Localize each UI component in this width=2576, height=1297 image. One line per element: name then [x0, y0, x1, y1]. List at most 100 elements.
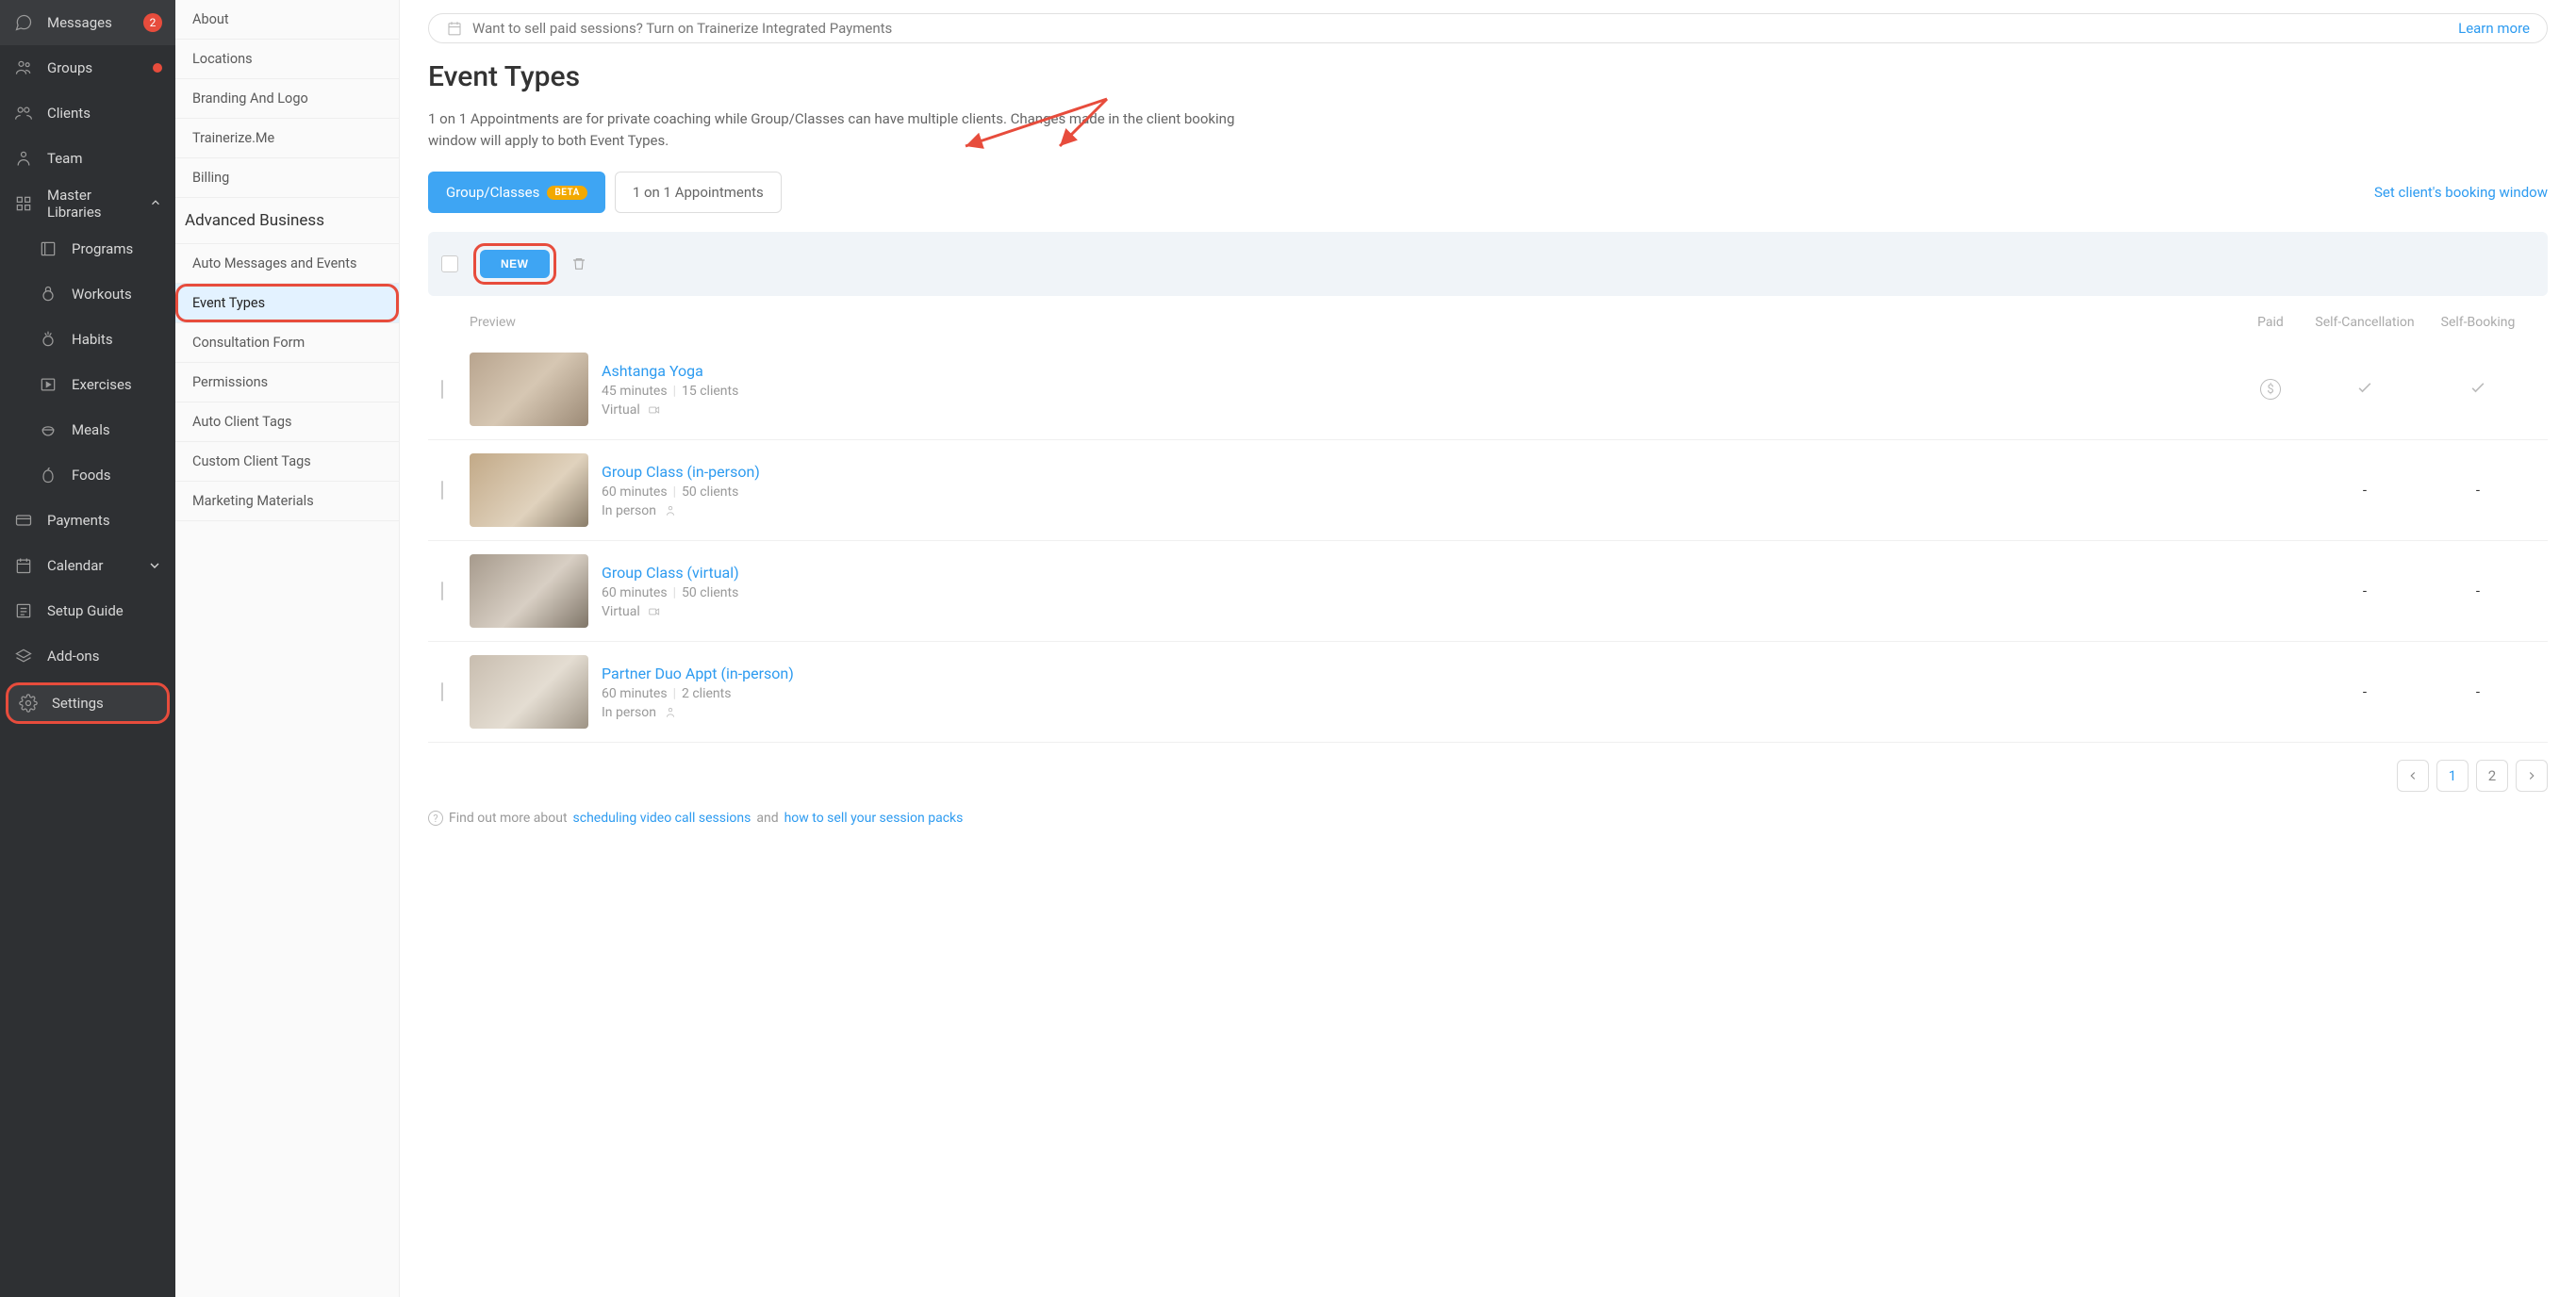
person-icon: [664, 504, 677, 517]
settings-item-marketing[interactable]: Marketing Materials: [175, 482, 399, 521]
row-checkbox[interactable]: [441, 380, 443, 399]
main-content: Want to sell paid sessions? Turn on Trai…: [400, 0, 2576, 1297]
sidebar-item-label: Programs: [72, 240, 133, 257]
settings-item-auto-tags[interactable]: Auto Client Tags: [175, 402, 399, 442]
booking-window-link[interactable]: Set client's booking window: [2374, 184, 2548, 201]
event-meta: 60 minutes|50 clients: [602, 585, 2233, 600]
sidebar-item-exercises[interactable]: Exercises: [0, 362, 175, 407]
settings-item-trainerizeme[interactable]: Trainerize.Me: [175, 119, 399, 158]
event-title-link[interactable]: Group Class (virtual): [602, 564, 2233, 582]
page-1[interactable]: 1: [2436, 760, 2469, 792]
table-header: Preview Paid Self-Cancellation Self-Book…: [428, 305, 2548, 339]
event-title-link[interactable]: Partner Duo Appt (in-person): [602, 665, 2233, 682]
sidebar-item-workouts[interactable]: Workouts: [0, 271, 175, 317]
event-title-link[interactable]: Group Class (in-person): [602, 463, 2233, 481]
sidebar-item-label: Settings: [52, 695, 104, 712]
learn-more-link[interactable]: Learn more: [2458, 20, 2530, 37]
page-title: Event Types: [428, 60, 2548, 93]
sidebar-item-team[interactable]: Team: [0, 136, 175, 181]
row-checkbox[interactable]: [441, 582, 443, 600]
cell-self-book: -: [2421, 583, 2535, 599]
page-description: 1 on 1 Appointments are for private coac…: [428, 108, 1277, 151]
new-button[interactable]: NEW: [480, 250, 550, 278]
settings-item-billing[interactable]: Billing: [175, 158, 399, 198]
messages-badge: 2: [143, 13, 162, 32]
table-row: Group Class (in-person) 60 minutes|50 cli…: [428, 440, 2548, 541]
page-2[interactable]: 2: [2476, 760, 2508, 792]
sidebar-item-label: Exercises: [72, 376, 132, 393]
page-next[interactable]: [2516, 760, 2548, 792]
gear-icon: [18, 693, 39, 714]
settings-item-consultation-form[interactable]: Consultation Form: [175, 323, 399, 363]
card-icon: [13, 510, 34, 531]
event-meta: 45 minutes|15 clients: [602, 384, 2233, 399]
sidebar-item-foods[interactable]: Foods: [0, 452, 175, 498]
sidebar-item-label: Clients: [47, 105, 91, 122]
sidebar-item-calendar[interactable]: Calendar: [0, 543, 175, 588]
tabs-row: Group/Classes BETA 1 on 1 Appointments S…: [428, 172, 2548, 213]
sidebar-item-payments[interactable]: Payments: [0, 498, 175, 543]
cell-self-book: -: [2421, 482, 2535, 499]
footnote-link-1[interactable]: scheduling video call sessions: [573, 811, 751, 826]
chevron-up-icon: [149, 196, 162, 211]
tab-group-classes[interactable]: Group/Classes BETA: [428, 172, 605, 213]
tab-label: Group/Classes: [446, 184, 539, 201]
sidebar-item-addons[interactable]: Add-ons: [0, 633, 175, 679]
cell-self-book: [2421, 378, 2535, 401]
footnote-link-2[interactable]: how to sell your session packs: [784, 811, 964, 826]
sidebar-item-clients[interactable]: Clients: [0, 90, 175, 136]
row-checkbox[interactable]: [441, 481, 443, 500]
tab-1on1[interactable]: 1 on 1 Appointments: [615, 172, 782, 213]
col-self-cancel: Self-Cancellation: [2308, 315, 2421, 330]
chevron-down-icon: [147, 558, 162, 573]
event-thumbnail: [470, 554, 588, 628]
delete-icon[interactable]: [571, 256, 586, 271]
sidebar-item-label: Habits: [72, 331, 113, 348]
col-self-book: Self-Booking: [2421, 315, 2535, 330]
col-paid: Paid: [2233, 315, 2308, 330]
event-title-link[interactable]: Ashtanga Yoga: [602, 362, 2233, 380]
footnote-prefix: Find out more about: [449, 811, 568, 826]
sidebar-item-label: Setup Guide: [47, 602, 124, 619]
new-button-highlight: NEW: [473, 243, 556, 285]
dollar-icon: $: [2260, 379, 2281, 400]
sidebar-item-label: Add-ons: [47, 648, 99, 665]
sidebar-item-settings[interactable]: Settings: [6, 682, 170, 724]
table-row: Ashtanga Yoga 45 minutes|15 clients Virtua…: [428, 339, 2548, 440]
sidebar-item-label: Groups: [47, 59, 92, 76]
event-location: Virtual: [602, 402, 2233, 418]
cell-paid: $: [2233, 379, 2308, 400]
select-all-checkbox[interactable]: [441, 255, 458, 272]
sidebar-item-groups[interactable]: Groups: [0, 45, 175, 90]
cell-self-cancel: -: [2308, 683, 2421, 700]
groups-badge-dot: [153, 63, 162, 73]
event-meta: 60 minutes|50 clients: [602, 484, 2233, 500]
sidebar-item-habits[interactable]: Habits: [0, 317, 175, 362]
sidebar-item-meals[interactable]: Meals: [0, 407, 175, 452]
row-checkbox[interactable]: [441, 682, 443, 701]
settings-item-event-types[interactable]: Event Types: [175, 284, 399, 323]
sidebar-item-programs[interactable]: Programs: [0, 226, 175, 271]
settings-item-branding[interactable]: Branding And Logo: [175, 79, 399, 119]
sidebar-item-label: Meals: [72, 421, 110, 438]
team-icon: [13, 148, 34, 169]
settings-sidebar: About Locations Branding And Logo Traine…: [175, 0, 400, 1297]
settings-item-permissions[interactable]: Permissions: [175, 363, 399, 402]
settings-item-locations[interactable]: Locations: [175, 40, 399, 79]
page-prev[interactable]: [2397, 760, 2429, 792]
settings-item-custom-tags[interactable]: Custom Client Tags: [175, 442, 399, 482]
sidebar-item-messages[interactable]: Messages 2: [0, 0, 175, 45]
event-thumbnail: [470, 655, 588, 729]
sidebar-item-master-libraries[interactable]: Master Libraries: [0, 181, 175, 226]
settings-item-about[interactable]: About: [175, 0, 399, 40]
settings-item-auto-messages[interactable]: Auto Messages and Events: [175, 244, 399, 284]
chat-icon: [13, 12, 34, 33]
cell-self-book: -: [2421, 683, 2535, 700]
col-preview: Preview: [470, 315, 602, 330]
footnote: ? Find out more about scheduling video c…: [428, 811, 2548, 826]
foods-icon: [38, 465, 58, 485]
banner-text: Want to sell paid sessions? Turn on Trai…: [472, 20, 892, 37]
pagination: 1 2: [428, 760, 2548, 792]
sidebar-item-setup-guide[interactable]: Setup Guide: [0, 588, 175, 633]
play-icon: [38, 374, 58, 395]
